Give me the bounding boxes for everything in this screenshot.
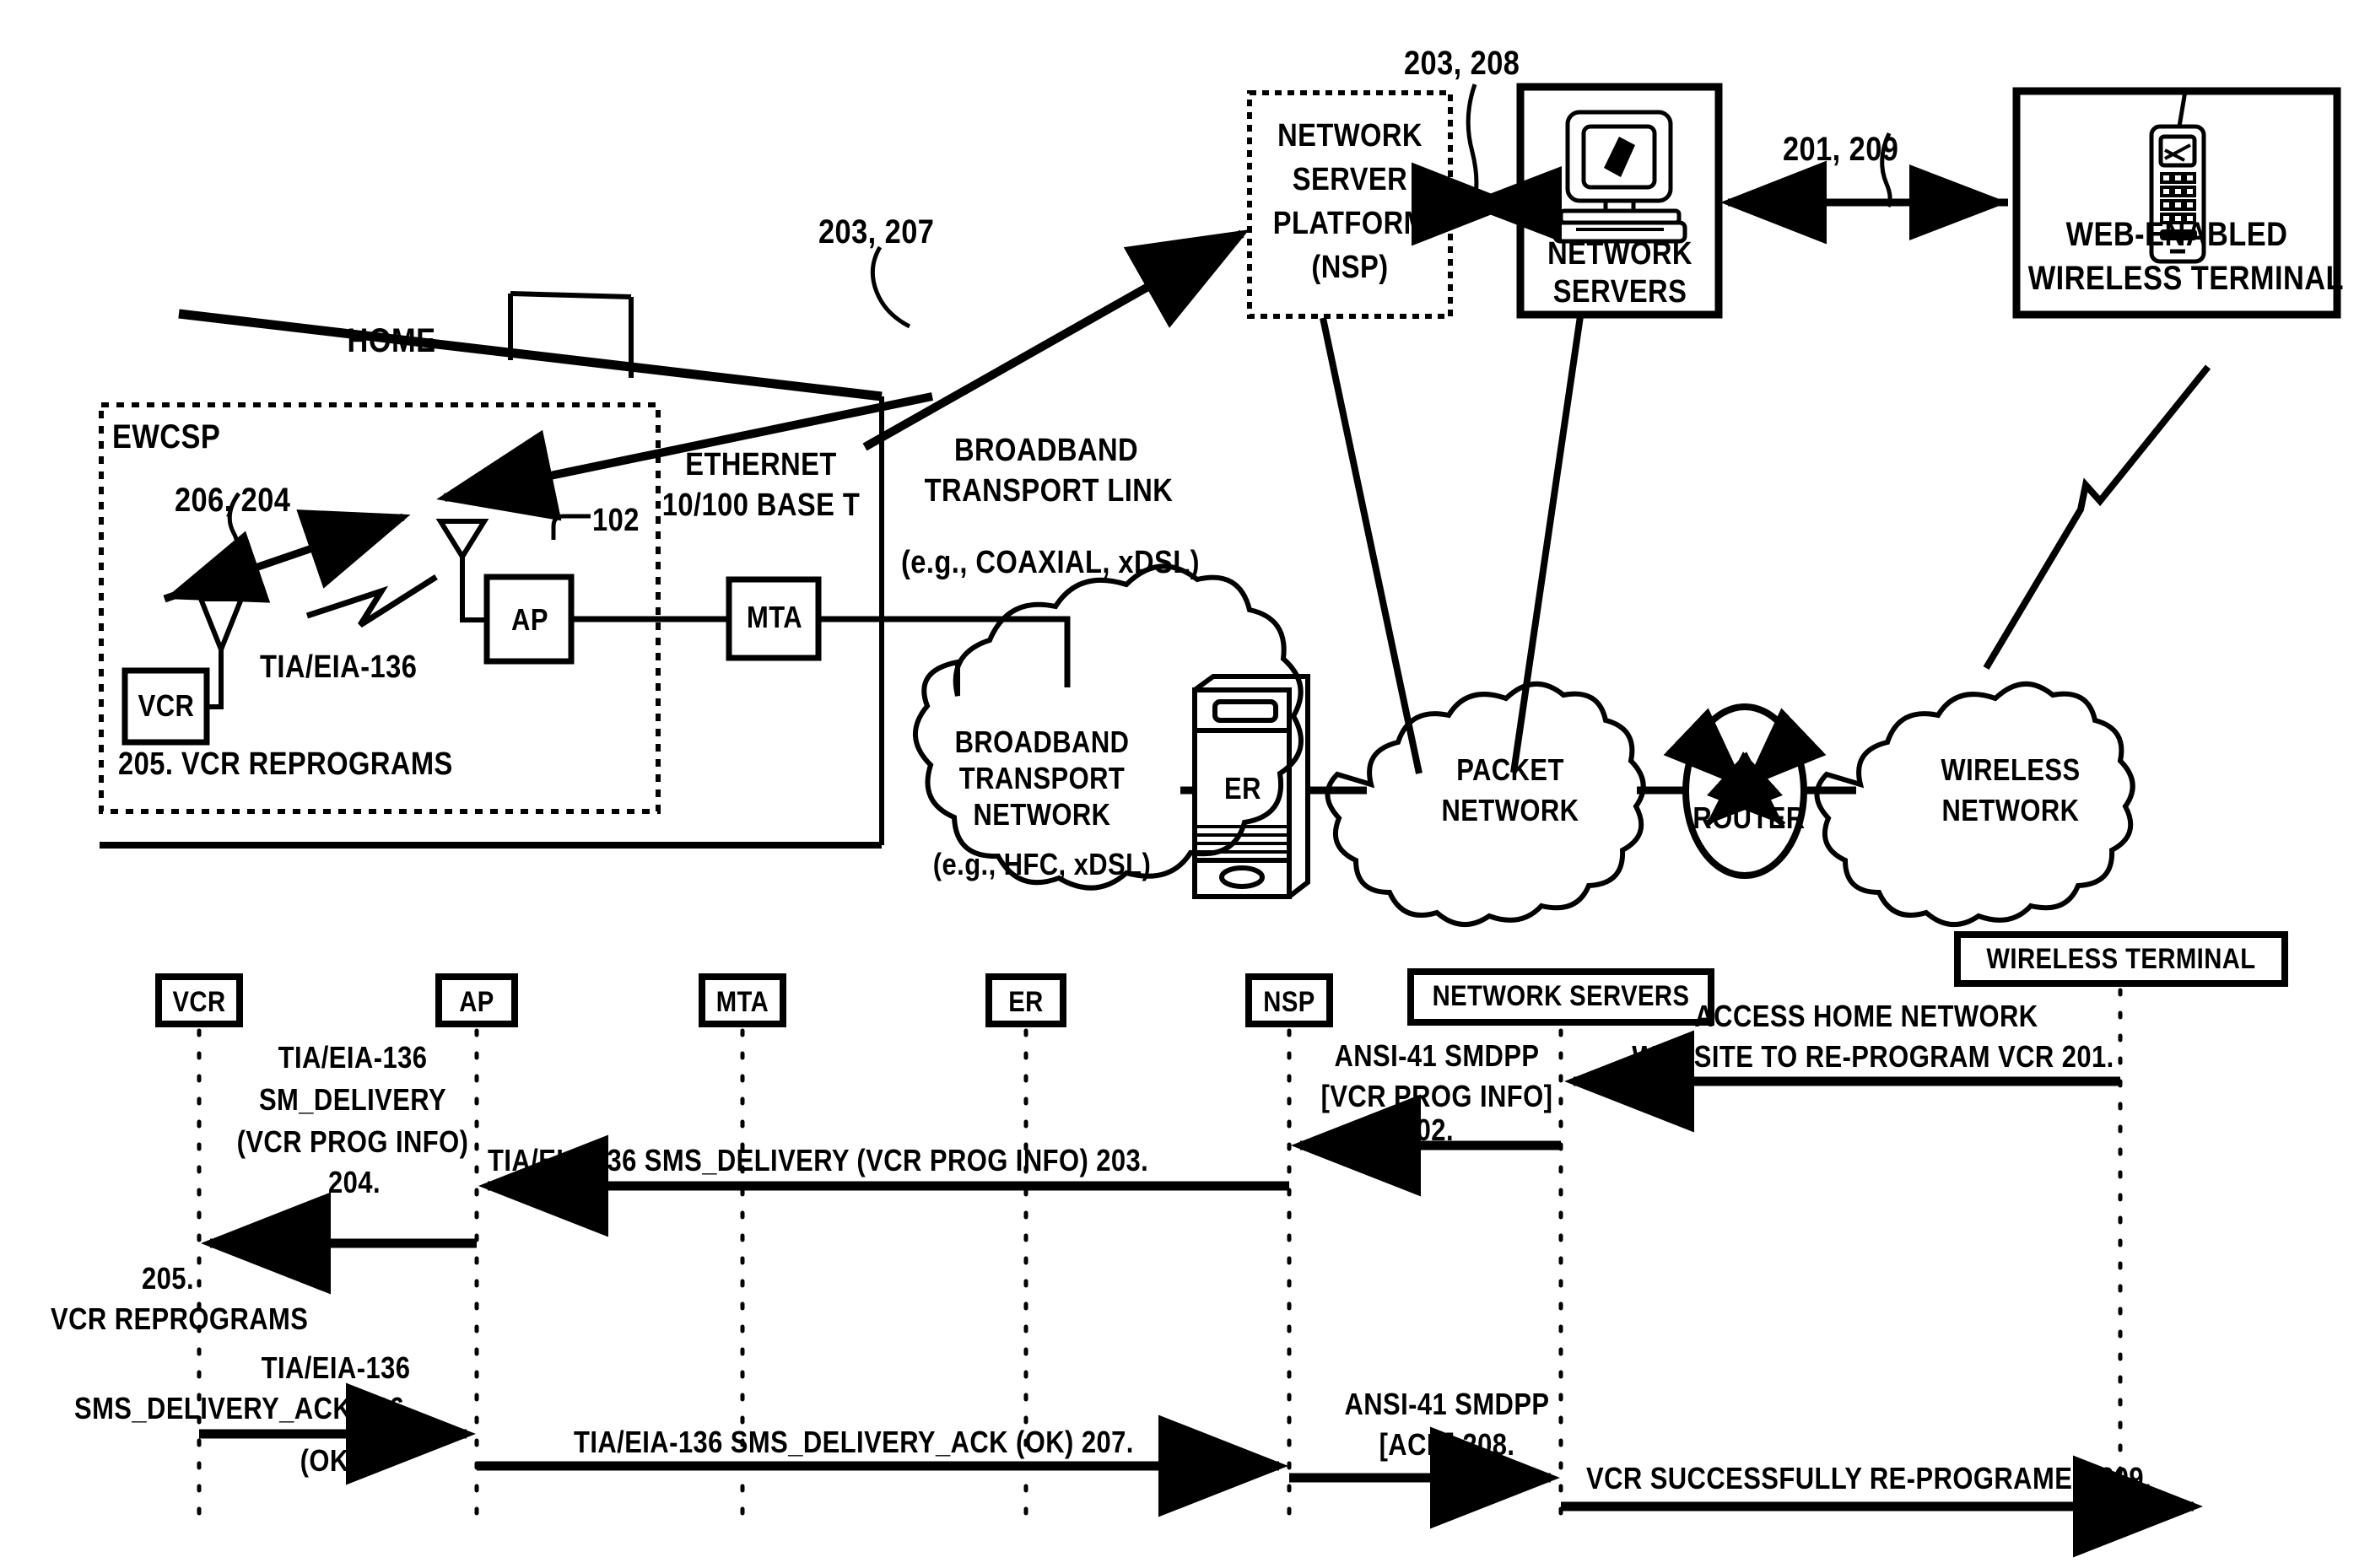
nsp-line3: PLATFORM [1272,206,1428,241]
wireless-network-line1: WIRELESS [1941,752,2081,787]
msg-202-line1: ANSI-41 SMDPP [1334,1038,1540,1073]
msg-209-line1: VCR SUCCESSFULLY RE-PROGRAMED 209. [1586,1461,2152,1495]
line-servers-to-packet [1510,315,1584,773]
msg-203-line1: TIA/EIA-136 SMS_DELIVERY (VCR PROG INFO)… [488,1143,1149,1177]
arrow-203-207-up [862,229,1250,451]
wireless-air-lightning [1983,364,2211,671]
router-label: ROUTER [1692,800,1806,835]
broadband-network-line2: TRANSPORT [958,761,1126,795]
ethernet-label-line1: ETHERNET [685,447,837,482]
msg-205-line2: VCR REPROGRAMS [51,1301,309,1336]
desktop-computer-icon [1552,110,1687,244]
actor-label-mta[interactable]: MTA [709,986,775,1018]
actor-label-er[interactable]: ER [996,986,1056,1018]
msg-208-line2: [ACK] 208. [1379,1427,1515,1462]
ap-box-label: AP [511,602,548,637]
router-node [1663,703,1827,879]
msg-202-line2: [VCR PROG INFO] [1320,1079,1553,1113]
home-label: HOME [347,322,436,359]
tia-eia-136-home-label: TIA/EIA-136 [260,649,418,685]
broadband-link-line3: (e.g., COAXIAL, xDSL) [900,545,1200,580]
msg-207-line1: TIA/EIA-136 SMS_DELIVERY_ACK (OK) 207. [574,1425,1134,1459]
ref-203-208: 203, 208 [1404,45,1520,82]
actor-label-nsp[interactable]: NSP [1255,986,1322,1018]
ethernet-label-line2: 10/100 BASE T [661,488,861,523]
broadband-network-line4: (e.g., HFC, xDSL) [932,847,1152,881]
nsp-line1: NETWORK [1277,118,1423,154]
packet-network-line2: NETWORK [1441,793,1579,827]
msg-204-line2: SM_DELIVERY [258,1082,447,1117]
er-box-label: ER [1224,771,1261,806]
broadband-link-line2: TRANSPORT LINK [924,473,1174,509]
leader-203-207 [870,245,911,329]
patent-figure-canvas: HOME EWCSP VCR AP 102 MTA ER TIA/EIA-136… [0,0,2370,1568]
msg-201-line1: ACCESS HOME NETWORK [1694,999,2038,1033]
msg-206-line1: TIA/EIA-136 [261,1350,411,1385]
broadband-network-line3: NETWORK [973,797,1111,832]
ref-201-209: 201, 209 [1783,131,1899,168]
wireless-terminal-line1: WEB-ENABLED [2065,216,2288,253]
msg-204-line3: (VCR PROG INFO) [236,1124,469,1159]
msg-205-line1: 205. [142,1261,194,1296]
arrow-206-204 [163,509,411,603]
leader-203-208 [1466,84,1479,200]
msg-204-line4: 204. [327,1165,381,1199]
packet-network-line1: PACKET [1456,752,1564,787]
ewcsp-label: EWCSP [112,418,221,455]
vcr-box-label: VCR [138,688,195,723]
actor-label-vcr[interactable]: VCR [165,986,232,1018]
network-servers-line1: NETWORK [1547,236,1692,272]
msg-206-line2: SMS_DELIVERY_ACK 206. [74,1391,413,1425]
actor-label-wireless-terminal[interactable]: WIRELESS TERMINAL [1972,943,2270,975]
ref-206-204: 206, 204 [175,482,291,519]
nsp-line2: SERVER [1292,162,1408,197]
actor-label-ap[interactable]: AP [445,986,508,1018]
wireless-terminal-line2: WIRELESS TERMINAL [2027,260,2344,297]
msg-201-line2: WEBSITE TO RE-PROGRAM VCR 201. [1632,1039,2114,1074]
ref-203-207: 203, 207 [818,213,935,251]
ap-node [435,514,591,665]
msg-204-line1: TIA/EIA-136 [278,1040,428,1075]
home-air-lightning [305,574,438,628]
msg-202-line3: 202. [1401,1113,1454,1147]
msg-206-line3: (OK) [300,1443,359,1478]
wireless-network-line2: NETWORK [1941,793,2080,827]
mta-box-label: MTA [746,600,803,634]
nsp-line4: (NSP) [1311,250,1389,285]
broadband-link-line1: BROADBAND [953,433,1139,468]
line-nsp-to-packet [1320,317,1423,774]
msg-208-line1: ANSI-41 SMDPP [1344,1387,1550,1421]
vcr-reprograms-note: 205. VCR REPROGRAMS [118,746,453,782]
broadband-network-line1: BROADBAND [954,725,1130,759]
network-servers-line2: SERVERS [1552,274,1687,310]
